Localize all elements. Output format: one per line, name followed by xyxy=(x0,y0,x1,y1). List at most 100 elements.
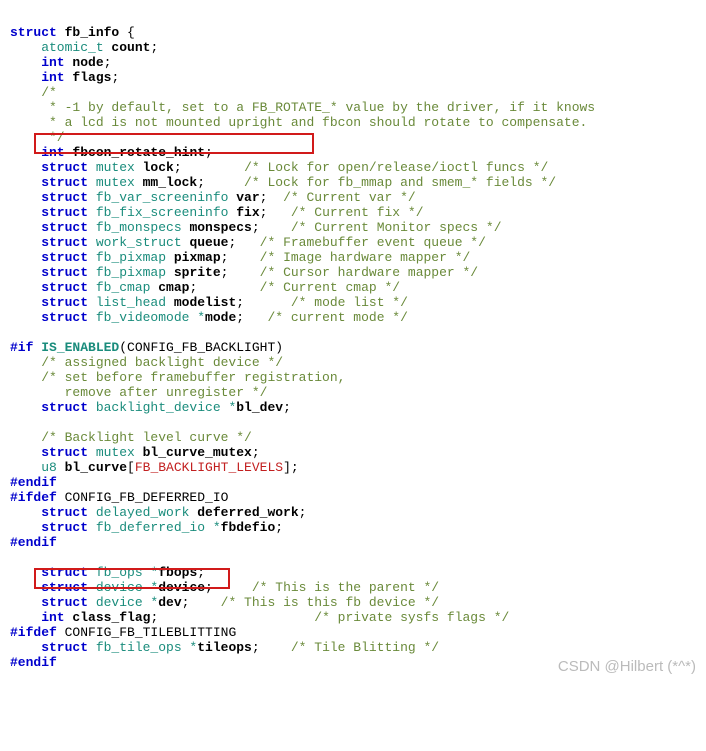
semi: ; xyxy=(260,205,291,220)
kw-struct: struct xyxy=(10,190,88,205)
field: dev xyxy=(158,595,181,610)
comment: /* xyxy=(10,85,57,100)
comment: */ xyxy=(10,130,65,145)
kw-struct: struct xyxy=(10,310,88,325)
type: fb_fix_screeninfo xyxy=(88,205,236,220)
comment: /* This is this fb device */ xyxy=(221,595,439,610)
semi: ; xyxy=(174,160,244,175)
comment: /* Current Monitor specs */ xyxy=(291,220,502,235)
semi: ; xyxy=(228,235,259,250)
pp-ifdef: #ifdef xyxy=(10,625,57,640)
watermark-text: CSDN @Hilbert (*^*) xyxy=(558,659,696,674)
bracket: [ xyxy=(127,460,135,475)
semi: ; xyxy=(299,505,307,520)
field: bl_curve_mutex xyxy=(143,445,252,460)
macro: IS_ENABLED xyxy=(41,340,119,355)
field: mode xyxy=(205,310,236,325)
kw-struct: struct xyxy=(10,250,88,265)
comment: /* current mode */ xyxy=(267,310,407,325)
field: bl_curve xyxy=(65,460,127,475)
semi: ; xyxy=(205,145,213,160)
kw-int: int xyxy=(10,55,72,70)
kw-struct: struct xyxy=(10,175,88,190)
field-var: var xyxy=(236,190,259,205)
pp-endif: #endif xyxy=(10,535,57,550)
semi: ; xyxy=(111,70,119,85)
macro-arg: CONFIG_FB_DEFERRED_IO xyxy=(57,490,229,505)
semi: ; xyxy=(221,250,260,265)
type: fb_videomode * xyxy=(88,310,205,325)
field: modelist xyxy=(174,295,236,310)
field: class_flag xyxy=(72,610,150,625)
type: mutex xyxy=(88,175,143,190)
comment: /* Current var */ xyxy=(283,190,416,205)
field: lock xyxy=(143,160,174,175)
comment: * a lcd is not mounted upright and fbcon… xyxy=(10,115,587,130)
field: device xyxy=(158,580,205,595)
semi: ; xyxy=(205,580,252,595)
field: fbdefio xyxy=(221,520,276,535)
type: fb_cmap xyxy=(88,280,158,295)
comment: remove after unregister */ xyxy=(10,385,267,400)
semi: ; xyxy=(150,40,158,55)
field: pixmap xyxy=(174,250,221,265)
comment: /* Current fix */ xyxy=(291,205,424,220)
field: tileops xyxy=(197,640,252,655)
comment: /* Tile Blitting */ xyxy=(291,640,439,655)
field: flags xyxy=(72,70,111,85)
semi: ; xyxy=(236,310,267,325)
semi: ; xyxy=(221,265,260,280)
field: cmap xyxy=(158,280,189,295)
semi: ; xyxy=(197,175,244,190)
field: mm_lock xyxy=(143,175,198,190)
kw-struct: struct xyxy=(10,565,88,580)
type: fb_tile_ops * xyxy=(88,640,197,655)
semi: ; xyxy=(197,565,205,580)
kw-struct: struct xyxy=(10,640,88,655)
code-block: struct fb_info { atomic_t count; int nod… xyxy=(10,10,696,670)
field: node xyxy=(72,55,103,70)
semi: ; xyxy=(150,610,314,625)
type: device * xyxy=(88,595,158,610)
pn: (CONFIG_FB_BACKLIGHT) xyxy=(119,340,283,355)
pp-if: #if xyxy=(10,340,41,355)
type: fb_pixmap xyxy=(88,250,174,265)
type: fb_monspecs xyxy=(88,220,189,235)
const: FB_BACKLIGHT_LEVELS xyxy=(135,460,283,475)
kw-int: int xyxy=(10,145,72,160)
type: device * xyxy=(88,580,158,595)
semi: ; xyxy=(275,520,283,535)
field: sprite xyxy=(174,265,221,280)
kw-struct: struct xyxy=(10,205,88,220)
type: atomic_t xyxy=(10,40,111,55)
type: mutex xyxy=(88,445,143,460)
kw-struct: struct xyxy=(10,580,88,595)
comment: /* Current cmap */ xyxy=(260,280,400,295)
kw-struct: struct xyxy=(10,400,88,415)
semi: ; xyxy=(252,640,291,655)
kw-struct: struct xyxy=(10,160,88,175)
kw-struct: struct xyxy=(10,280,88,295)
kw-struct: struct xyxy=(10,520,88,535)
pp-endif: #endif xyxy=(10,655,57,670)
comment: /* assigned backlight device */ xyxy=(10,355,283,370)
type: work_struct xyxy=(88,235,189,250)
semi: ; xyxy=(283,400,291,415)
comment: /* Image hardware mapper */ xyxy=(260,250,471,265)
semi: ; xyxy=(182,595,221,610)
type: list_head xyxy=(88,295,174,310)
semi: ; xyxy=(189,280,259,295)
pp-ifdef: #ifdef xyxy=(10,490,57,505)
macro-arg: CONFIG_FB_TILEBLITTING xyxy=(57,625,236,640)
comment: /* Lock for fb_mmap and smem_* fields */ xyxy=(244,175,556,190)
field: queue xyxy=(189,235,228,250)
type-u8: u8 xyxy=(10,460,65,475)
comment: * -1 by default, set to a FB_ROTATE_* va… xyxy=(10,100,595,115)
kw-struct: struct xyxy=(10,265,88,280)
comment: /* set before framebuffer registration, xyxy=(10,370,345,385)
field: monspecs xyxy=(189,220,251,235)
pp-endif: #endif xyxy=(10,475,57,490)
semi: ; xyxy=(252,445,260,460)
comment: /* Framebuffer event queue */ xyxy=(260,235,486,250)
comment: /* Lock for open/release/ioctl funcs */ xyxy=(244,160,548,175)
